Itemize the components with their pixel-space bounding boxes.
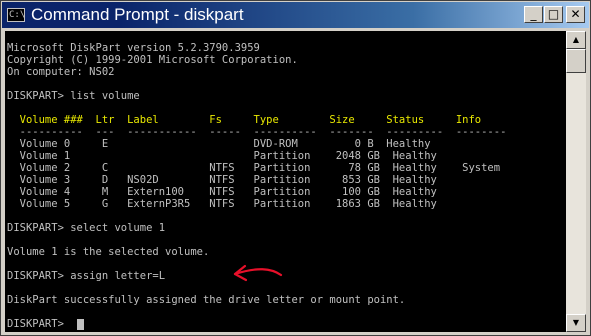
red-arrow-annotation <box>233 264 283 282</box>
scroll-down-arrow-icon[interactable]: ▼ <box>566 314 586 332</box>
close-button[interactable]: ✕ <box>566 6 585 23</box>
version-line: Microsoft DiskPart version 5.2.3790.3959 <box>7 42 260 54</box>
computer-line: On computer: NS02 <box>7 66 115 78</box>
console-output[interactable]: Microsoft DiskPart version 5.2.3790.3959… <box>5 31 566 332</box>
vertical-scrollbar[interactable]: ▲ ▼ <box>566 31 586 332</box>
copyright-line: Copyright (C) 1999-2001 Microsoft Corpor… <box>7 54 298 66</box>
scrollbar-thumb[interactable] <box>566 49 586 73</box>
table-row: Volume 3 D NS02D NTFS Partition 853 GB H… <box>7 174 437 186</box>
selected-volume-message: Volume 1 is the selected volume. <box>7 246 210 258</box>
table-row: Volume 4 M Extern100 NTFS Partition 100 … <box>7 186 437 198</box>
minimize-button[interactable]: _ <box>524 6 543 23</box>
command-prompt-window: C:\ Command Prompt - diskpart _ □ ✕ Micr… <box>0 0 591 336</box>
console-app-icon[interactable]: C:\ <box>7 8 25 22</box>
maximize-button[interactable]: □ <box>544 6 563 23</box>
table-row: Volume 0 E DVD-ROM 0 B Healthy <box>7 138 431 150</box>
assign-success-message: DiskPart successfully assigned the drive… <box>7 294 406 306</box>
scroll-up-arrow-icon[interactable]: ▲ <box>566 31 586 49</box>
volume-table-separator: ---------- --- ----------- ----- -------… <box>7 126 507 138</box>
current-prompt: DISKPART> <box>7 318 71 330</box>
table-row: Volume 2 C NTFS Partition 78 GB Healthy … <box>7 162 501 174</box>
window-title: Command Prompt - diskpart <box>31 5 244 24</box>
text-cursor <box>77 319 84 330</box>
title-bar[interactable]: C:\ Command Prompt - diskpart _ □ ✕ <box>2 2 589 28</box>
table-row: Volume 1 Partition 2048 GB Healthy <box>7 150 437 162</box>
command-select-volume: DISKPART> select volume 1 <box>7 222 166 234</box>
command-list-volume: DISKPART> list volume <box>7 90 140 102</box>
command-assign-letter: DISKPART> assign letter=L <box>7 270 166 282</box>
volume-table-header: Volume ### Ltr Label Fs Type Size Status… <box>7 114 482 126</box>
table-row: Volume 5 G ExternP3R5 NTFS Partition 186… <box>7 198 437 210</box>
